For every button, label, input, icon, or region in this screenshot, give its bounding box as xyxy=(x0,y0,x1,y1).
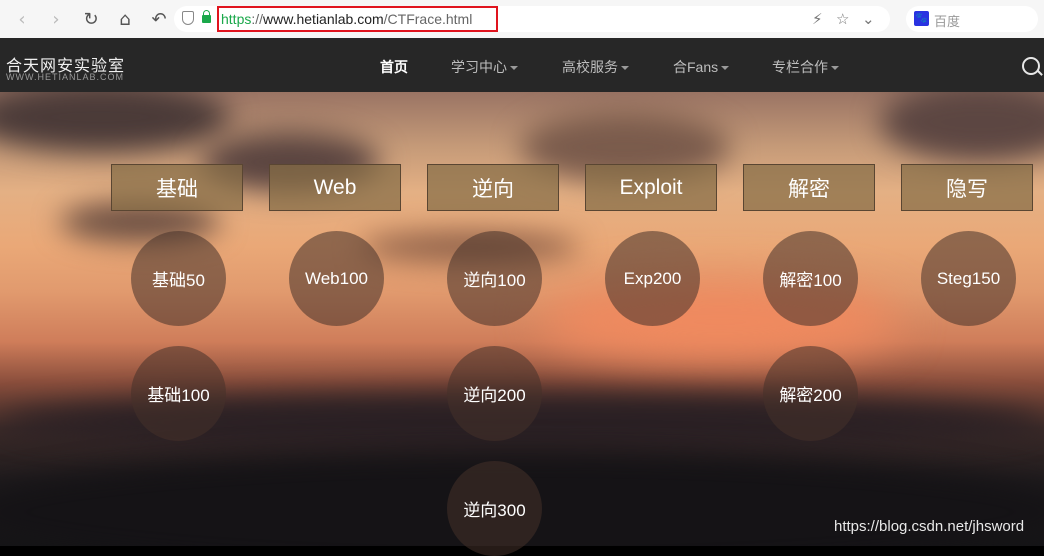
csdn-watermark: https://blog.csdn.net/jhsword xyxy=(834,518,1025,535)
url-scheme: https xyxy=(221,11,252,27)
search-engine-label[interactable]: 百度 xyxy=(934,11,960,30)
nav-learning-center[interactable]: 学习中心 xyxy=(451,57,518,77)
challenge-stego-150[interactable]: Steg150 xyxy=(921,231,1016,326)
brand-logo-domain: WWW.HETIANLAB.COM xyxy=(6,72,124,82)
lock-icon xyxy=(202,10,211,23)
nav-home[interactable]: 首页 xyxy=(380,57,408,77)
url-host: www.hetianlab.com xyxy=(263,11,384,27)
challenge-crypto-200[interactable]: 解密200 xyxy=(763,346,858,441)
lightning-icon[interactable]: ⚡ xyxy=(812,8,823,30)
url-path: /CTFrace.html xyxy=(383,11,473,27)
category-reverse[interactable]: 逆向 xyxy=(427,164,559,211)
site-navbar xyxy=(0,38,1044,92)
challenge-web-100[interactable]: Web100 xyxy=(289,231,384,326)
home-icon[interactable]: ⌂ xyxy=(114,8,136,30)
category-stego[interactable]: 隐写 xyxy=(901,164,1033,211)
nav-fans-label: 合Fans xyxy=(673,59,719,75)
star-icon[interactable]: ☆ xyxy=(836,8,849,30)
caret-down-icon xyxy=(510,66,518,71)
caret-down-icon xyxy=(621,66,629,71)
category-exploit[interactable]: Exploit xyxy=(585,164,717,211)
search-icon[interactable] xyxy=(1022,57,1040,75)
challenge-basic-50[interactable]: 基础50 xyxy=(131,231,226,326)
category-crypto[interactable]: 解密 xyxy=(743,164,875,211)
challenge-exploit-200[interactable]: Exp200 xyxy=(605,231,700,326)
url-text[interactable]: https://www.hetianlab.com/CTFrace.html xyxy=(221,10,472,28)
baidu-icon: 🐾 xyxy=(914,11,929,26)
nav-university-services[interactable]: 高校服务 xyxy=(562,57,629,77)
challenge-basic-100[interactable]: 基础100 xyxy=(131,346,226,441)
shield-icon[interactable] xyxy=(182,11,194,25)
browser-toolbar: ‹ › ↻ ⌂ ↶ https://www.hetianlab.com/CTFr… xyxy=(0,0,1044,39)
back-icon[interactable]: ‹ xyxy=(12,8,32,30)
nav-column-cooperation[interactable]: 专栏合作 xyxy=(772,57,839,77)
challenge-reverse-100[interactable]: 逆向100 xyxy=(447,231,542,326)
reload-icon[interactable]: ↻ xyxy=(80,8,102,30)
nav-university-services-label: 高校服务 xyxy=(562,59,618,75)
category-web[interactable]: Web xyxy=(269,164,401,211)
forward-icon[interactable]: › xyxy=(46,8,66,30)
caret-down-icon xyxy=(721,66,730,71)
nav-fans[interactable]: 合Fans xyxy=(673,57,730,77)
challenge-reverse-200[interactable]: 逆向200 xyxy=(447,346,542,441)
cloud xyxy=(0,92,230,152)
challenge-crypto-100[interactable]: 解密100 xyxy=(763,231,858,326)
challenge-reverse-300[interactable]: 逆向300 xyxy=(447,461,542,556)
cloud xyxy=(880,92,1044,162)
undo-icon[interactable]: ↶ xyxy=(148,8,170,30)
url-separator: :// xyxy=(251,11,264,27)
category-basic[interactable]: 基础 xyxy=(111,164,243,211)
nav-learning-center-label: 学习中心 xyxy=(451,59,507,75)
nav-home-label: 首页 xyxy=(380,59,408,75)
nav-column-cooperation-label: 专栏合作 xyxy=(772,59,828,75)
caret-down-icon xyxy=(831,66,839,71)
chevron-down-icon[interactable]: ⌄ xyxy=(862,8,875,30)
